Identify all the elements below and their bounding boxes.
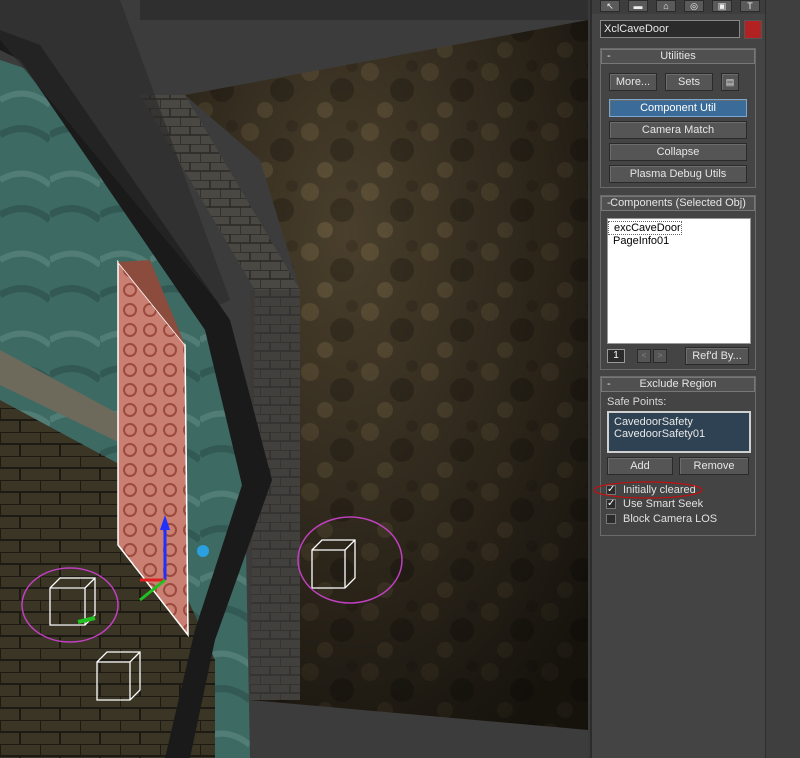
command-panel: ↖ ▬ ⌂ ◎ ▣ T XclCaveDoor - Utilities More…: [590, 0, 800, 758]
list-item[interactable]: PageInfo01: [608, 235, 750, 247]
list-item[interactable]: CavedoorSafety01: [609, 428, 749, 440]
next-arrow-icon[interactable]: >: [653, 349, 667, 363]
utilities-rollout-title: Utilities: [660, 50, 696, 62]
components-rollout: - Components (Selected Obj) excCaveDoor …: [600, 195, 756, 370]
refd-by-button[interactable]: Ref'd By...: [685, 347, 749, 365]
camera-match-button[interactable]: Camera Match: [609, 121, 747, 139]
panel-tab-bar: ↖ ▬ ⌂ ◎ ▣ T: [592, 0, 768, 14]
utilities-rollout: - Utilities More... Sets ▤ Component Uti…: [600, 48, 756, 188]
components-rollout-title: Components (Selected Obj): [610, 197, 746, 209]
object-name-field[interactable]: XclCaveDoor: [600, 20, 740, 38]
checkbox-label: Block Camera LOS: [623, 513, 718, 525]
component-index-spinner[interactable]: 1: [607, 349, 625, 363]
block-camera-los-checkbox[interactable]: Block Camera LOS: [606, 512, 766, 527]
add-button[interactable]: Add: [607, 457, 673, 475]
collapse-icon: -: [607, 50, 611, 62]
viewport-scene: [0, 0, 588, 758]
utilities-rollout-header[interactable]: - Utilities: [601, 49, 755, 64]
safe-points-label: Safe Points:: [607, 396, 667, 408]
components-list[interactable]: excCaveDoor PageInfo01: [607, 218, 751, 344]
exclude-region-rollout-header[interactable]: - Exclude Region: [601, 377, 755, 392]
hammer-icon[interactable]: T: [740, 0, 760, 12]
select-icon[interactable]: ↖: [600, 0, 620, 12]
component-util-button[interactable]: Component Util: [609, 99, 747, 117]
list-item[interactable]: excCaveDoor: [608, 221, 682, 235]
annotation-circle: [593, 481, 703, 499]
checkbox-box[interactable]: [606, 514, 616, 524]
utilities-icon[interactable]: ▣: [712, 0, 732, 12]
more-button[interactable]: More...: [609, 73, 657, 91]
components-rollout-header[interactable]: - Components (Selected Obj): [601, 196, 755, 211]
list-item[interactable]: CavedoorSafety: [609, 416, 749, 428]
configure-sets-icon[interactable]: ▤: [721, 73, 739, 91]
object-color-swatch[interactable]: [744, 20, 762, 39]
hierarchy-icon[interactable]: ⌂: [656, 0, 676, 12]
motion-icon[interactable]: ◎: [684, 0, 704, 12]
collapse-button[interactable]: Collapse: [609, 143, 747, 161]
previous-arrow-icon[interactable]: <: [637, 349, 651, 363]
remove-button[interactable]: Remove: [679, 457, 749, 475]
plasma-debug-utils-button[interactable]: Plasma Debug Utils: [609, 165, 747, 183]
exclude-region-rollout-title: Exclude Region: [639, 378, 717, 390]
safe-points-list[interactable]: CavedoorSafety CavedoorSafety01: [607, 411, 751, 453]
panel-scrollbar[interactable]: [765, 0, 800, 758]
collapse-icon: -: [607, 197, 611, 209]
sets-button[interactable]: Sets: [665, 73, 713, 91]
collapse-icon: -: [607, 378, 611, 390]
display-icon[interactable]: ▬: [628, 0, 648, 12]
viewport[interactable]: [0, 0, 588, 758]
